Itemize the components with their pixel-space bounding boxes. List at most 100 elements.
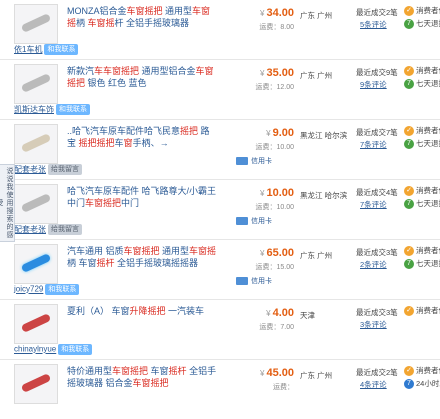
service-label: 消费者保障	[416, 366, 440, 375]
currency-symbol: ¥	[266, 309, 271, 318]
title-text: 杆 全铝手摇玻璃器	[114, 18, 190, 28]
product-title-link[interactable]: 新款汽车车窗摇把 通用型铝合金车窗摇把 银色 红色 蓝色	[67, 65, 217, 89]
shop-name-link[interactable]: chinaylnyue 和我联系	[14, 344, 93, 355]
review-count-link[interactable]: 7条评论	[360, 199, 387, 210]
shop-name-link[interactable]: 依1车机 和我联系	[14, 44, 79, 56]
shop-name-link[interactable]: 凯斯达车饰 和我联系	[14, 104, 90, 116]
service-guarantee[interactable]: ✓消费者保障	[404, 125, 440, 137]
title-text: 全铝手摇玻璃摇摇器	[114, 258, 199, 268]
review-count-link[interactable]: 4条评论	[360, 379, 387, 390]
shop-name-link[interactable]: joicy729 和我联系	[14, 284, 80, 295]
credit-card-text: 信用卡	[251, 218, 272, 225]
title-text: →	[159, 138, 169, 148]
review-count-link[interactable]: 9条评论	[360, 79, 387, 90]
credit-card-label: 信用卡	[236, 216, 272, 226]
seller-location: 广东 广州	[300, 71, 333, 80]
currency-symbol: ¥	[260, 69, 265, 78]
review-count-link[interactable]: 7条评论	[360, 139, 387, 150]
contact-seller-badge[interactable]: 和我联系	[44, 44, 79, 56]
shield-icon: ✓	[404, 6, 414, 17]
keyword-highlight: 车窗摇把	[123, 246, 160, 256]
keyword-highlight: 摇把	[96, 138, 115, 148]
product-title-link[interactable]: 夏利（A） 车窗升降摇把 一汽装车	[67, 305, 217, 317]
service-guarantee[interactable]: ✓消费者保障	[404, 185, 440, 197]
currency-symbol: ¥	[260, 249, 265, 258]
result-row: 凯斯达车饰 和我联系 新款汽车车窗摇把 通用型铝合金车窗摇把 银色 红色 蓝色 ¥35…	[0, 60, 440, 120]
seller-location: 广东 广州	[300, 11, 333, 20]
product-thumbnail[interactable]	[14, 4, 58, 44]
currency-symbol: ¥	[266, 129, 271, 138]
recent-sales: 最近成交7笔	[356, 128, 398, 137]
product-title-link[interactable]: ..哈飞汽车原车配件哈飞民意摇把 路宝 摇把摇把车窗手柄、→	[67, 125, 217, 149]
product-title-link[interactable]: 汽车通用 铝质车窗摇把 通用型车窗摇柄 车窗摇杆 全铝手摇玻璃摇摇器	[67, 245, 217, 269]
service-guarantee[interactable]: ✓消费者保障	[404, 245, 440, 257]
review-count-link[interactable]: 5条评论	[360, 19, 387, 30]
credit-card-icon	[236, 157, 248, 166]
keyword-highlight: 车窗摇把	[132, 378, 169, 388]
title-text: 柄 车窗	[67, 258, 97, 268]
window-crank-image	[20, 373, 52, 393]
review-count-link[interactable]: 3条评论	[360, 319, 387, 330]
service-guarantee[interactable]: ✓消费者保障	[404, 365, 440, 377]
title-text: 银色 红色 蓝色	[85, 78, 147, 88]
service-guarantee[interactable]: 7七天退换	[404, 138, 440, 150]
service-label: 七天退换	[416, 199, 440, 208]
title-text: 夏利（A） 车窗	[67, 306, 130, 316]
feedback-tab[interactable]: 说说我使用搜索的感受	[0, 164, 15, 242]
keyword-highlight: 窗	[123, 138, 133, 148]
service-guarantee[interactable]: 7七天退换	[404, 258, 440, 270]
product-thumbnail[interactable]	[14, 244, 58, 284]
service-label: 七天退换	[416, 139, 440, 148]
product-thumbnail[interactable]	[14, 184, 58, 224]
product-thumbnail[interactable]	[14, 304, 58, 344]
product-thumbnail[interactable]	[14, 364, 58, 404]
price-value: 65.00	[266, 247, 294, 259]
product-title-link[interactable]: 哈飞汽车原车配件 哈飞路尊大/小霸王中门车窗摇把中门	[67, 185, 217, 209]
credit-card-icon	[236, 277, 248, 286]
review-count-link[interactable]: 2条评论	[360, 259, 387, 270]
seller-location: 广东 广州	[300, 251, 333, 260]
service-guarantee[interactable]: ✓消费者保障	[404, 65, 440, 77]
contact-seller-badge[interactable]: 给我留言	[48, 224, 82, 236]
service-guarantee[interactable]: ✓消费者保障	[404, 305, 440, 317]
shipping-fee: 运费：	[273, 384, 294, 391]
service-guarantee[interactable]: 7七天退换	[404, 78, 440, 90]
return-icon: 7	[404, 139, 414, 150]
credit-card-text: 信用卡	[251, 278, 272, 285]
contact-seller-badge[interactable]: 和我联系	[56, 104, 90, 116]
service-guarantee[interactable]: 7七天退换	[404, 198, 440, 210]
price-value: 10.00	[266, 187, 294, 199]
price: ¥4.00	[228, 307, 294, 319]
service-guarantee[interactable]: ✓消费者保障	[404, 5, 440, 17]
price: ¥9.00	[228, 127, 294, 139]
service-guarantee[interactable]: 724小时发货	[404, 378, 440, 390]
service-guarantee[interactable]: 7七天退换	[404, 18, 440, 30]
keyword-highlight: 车车窗摇把	[94, 66, 140, 76]
service-label: 消费者保障	[416, 246, 440, 255]
price-value: 45.00	[266, 367, 294, 379]
return-icon: 7	[404, 259, 414, 270]
currency-symbol: ¥	[260, 369, 265, 378]
seller-location: 天津	[300, 311, 315, 320]
title-text: 手柄、	[132, 138, 160, 148]
product-title-link[interactable]: 特价通用型车窗摇把 车窗摇杆 全铝手摇玻璃器 铝合金车窗摇把	[67, 365, 217, 389]
contact-seller-badge[interactable]: 给我留言	[48, 164, 82, 176]
window-crank-image	[20, 73, 52, 93]
shield-icon: ✓	[404, 186, 414, 197]
shop-name-link[interactable]: 配套老张 给我留言	[14, 164, 82, 176]
window-crank-image	[20, 13, 52, 33]
title-text: 新款汽	[67, 66, 95, 76]
product-title-link[interactable]: MONZA铝合金车窗摇把 通用型车窗摇柄 车窗摇杆 全铝手摇玻璃器	[67, 5, 217, 29]
price-value: 4.00	[272, 307, 294, 319]
keyword-highlight: 摇把	[180, 126, 199, 136]
title-text: 一汽装车	[165, 306, 205, 316]
product-thumbnail[interactable]	[14, 64, 58, 104]
contact-seller-badge[interactable]: 和我联系	[58, 344, 93, 355]
title-text: 通用型	[162, 6, 193, 16]
recent-sales: 最近成交9笔	[356, 68, 398, 77]
service-label: 七天退换	[416, 79, 440, 88]
return-icon: 7	[404, 79, 414, 90]
contact-seller-badge[interactable]: 和我联系	[45, 284, 80, 295]
shop-name-link[interactable]: 配套老张 给我留言	[14, 224, 82, 236]
product-thumbnail[interactable]	[14, 124, 58, 164]
